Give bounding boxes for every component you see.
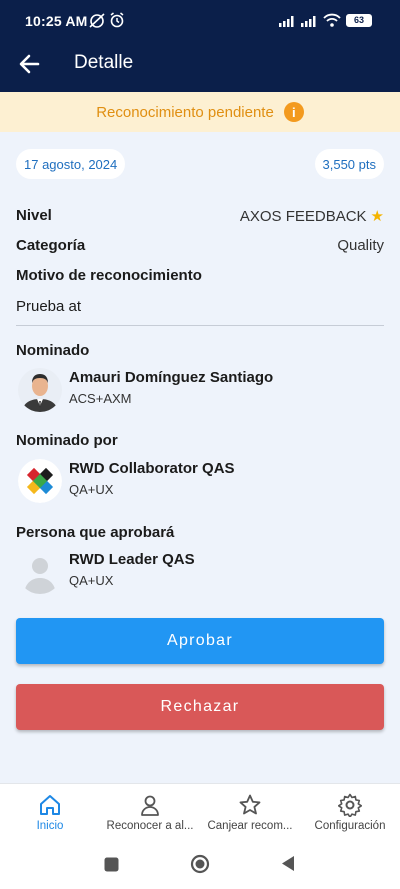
points-chip: 3,550 pts	[314, 149, 384, 179]
status-time: 10:25 AM	[25, 13, 88, 29]
app-bar: Detalle	[0, 42, 400, 92]
nominator-card: RWD Collaborator QAS QA+UX	[16, 459, 384, 507]
tab-label-canjear: Canjear recom...	[207, 820, 293, 832]
home-icon	[40, 795, 60, 815]
divider	[16, 325, 384, 326]
recents-button[interactable]	[104, 857, 119, 872]
level-value: AXOS FEEDBACK	[239, 208, 367, 225]
approver-avatar-icon	[24, 558, 56, 594]
back-button[interactable]	[281, 855, 295, 872]
gear-icon	[338, 793, 362, 817]
category-value: Quality	[337, 237, 384, 254]
nominee-card: Amauri Domínguez Santiago ACS+AXM	[16, 368, 384, 416]
reason-value: Prueba at	[16, 298, 82, 315]
status-bar: 10:25 AM 63	[0, 0, 400, 42]
nominator-logo	[18, 459, 62, 503]
nominee-section-title: Nominado	[16, 342, 90, 359]
nominator-section: Nominado por	[16, 432, 384, 449]
pending-banner: Reconocimiento pendiente i	[0, 92, 400, 132]
tab-configuracion[interactable]: Configuración	[300, 784, 400, 841]
level-label: Nivel	[16, 207, 52, 224]
tab-label-inicio: Inicio	[36, 820, 64, 832]
home-button[interactable]	[190, 854, 210, 874]
star-outline-icon	[239, 794, 261, 815]
nominator-section-title: Nominado por	[16, 432, 118, 449]
nominator-name: RWD Collaborator QAS	[69, 460, 235, 477]
nominee-team: ACS+AXM	[69, 391, 132, 406]
alarm-icon	[110, 12, 124, 28]
tab-label-configuracion: Configuración	[314, 820, 386, 832]
battery-indicator: 63	[346, 14, 372, 27]
reason-label: Motivo de reconocimiento	[16, 267, 202, 284]
date-chip: 17 agosto, 2024	[16, 149, 126, 179]
category-label: Categoría	[16, 237, 86, 254]
detail-content: 17 agosto, 2024 3,550 pts Nivel AXOS FEE…	[0, 132, 400, 783]
tab-label-reconocer: Reconocer a al...	[106, 820, 194, 832]
approve-button[interactable]: Aprobar	[16, 618, 384, 664]
bottom-navigation: Inicio Reconocer a al... Canjear recom..…	[0, 783, 400, 840]
approver-section-title: Persona que aprobará	[16, 524, 175, 541]
nominator-team: QA+UX	[69, 482, 114, 497]
info-icon: i	[283, 102, 304, 122]
approver-name: RWD Leader QAS	[69, 551, 195, 568]
reason-row: Motivo de reconocimiento	[16, 267, 384, 284]
tab-inicio[interactable]: Inicio	[0, 784, 100, 841]
level-row: Nivel AXOS FEEDBACK ★	[16, 207, 384, 225]
system-navigation-bar	[0, 840, 400, 889]
header-area: 10:25 AM 63 Detalle Reconocimiento pendi…	[0, 0, 400, 132]
tab-reconocer[interactable]: Reconocer a al...	[100, 784, 200, 841]
person-icon	[141, 795, 159, 816]
signal-icon	[279, 16, 294, 27]
approver-section: Persona que aprobará	[16, 524, 384, 541]
nominee-name: Amauri Domínguez Santiago	[69, 369, 274, 386]
level-value-wrap: AXOS FEEDBACK ★	[240, 207, 384, 225]
star-icon: ★	[370, 208, 384, 225]
no-alarm-icon	[89, 13, 105, 28]
nominee-section: Nominado	[16, 342, 384, 359]
approver-card: RWD Leader QAS QA+UX	[16, 550, 384, 598]
reason-value-row: Prueba at	[16, 298, 384, 315]
wifi-icon	[323, 13, 341, 27]
banner-text: Reconocimiento pendiente	[96, 103, 274, 121]
reject-button[interactable]: Rechazar	[16, 684, 384, 730]
back-arrow-icon[interactable]	[16, 50, 44, 78]
signal-icon-2	[301, 16, 316, 27]
approver-team: QA+UX	[69, 573, 114, 588]
category-row: Categoría Quality	[16, 237, 384, 254]
tab-canjear[interactable]: Canjear recom...	[200, 784, 300, 841]
nominee-avatar	[18, 368, 62, 412]
page-title: Detalle	[74, 52, 134, 73]
